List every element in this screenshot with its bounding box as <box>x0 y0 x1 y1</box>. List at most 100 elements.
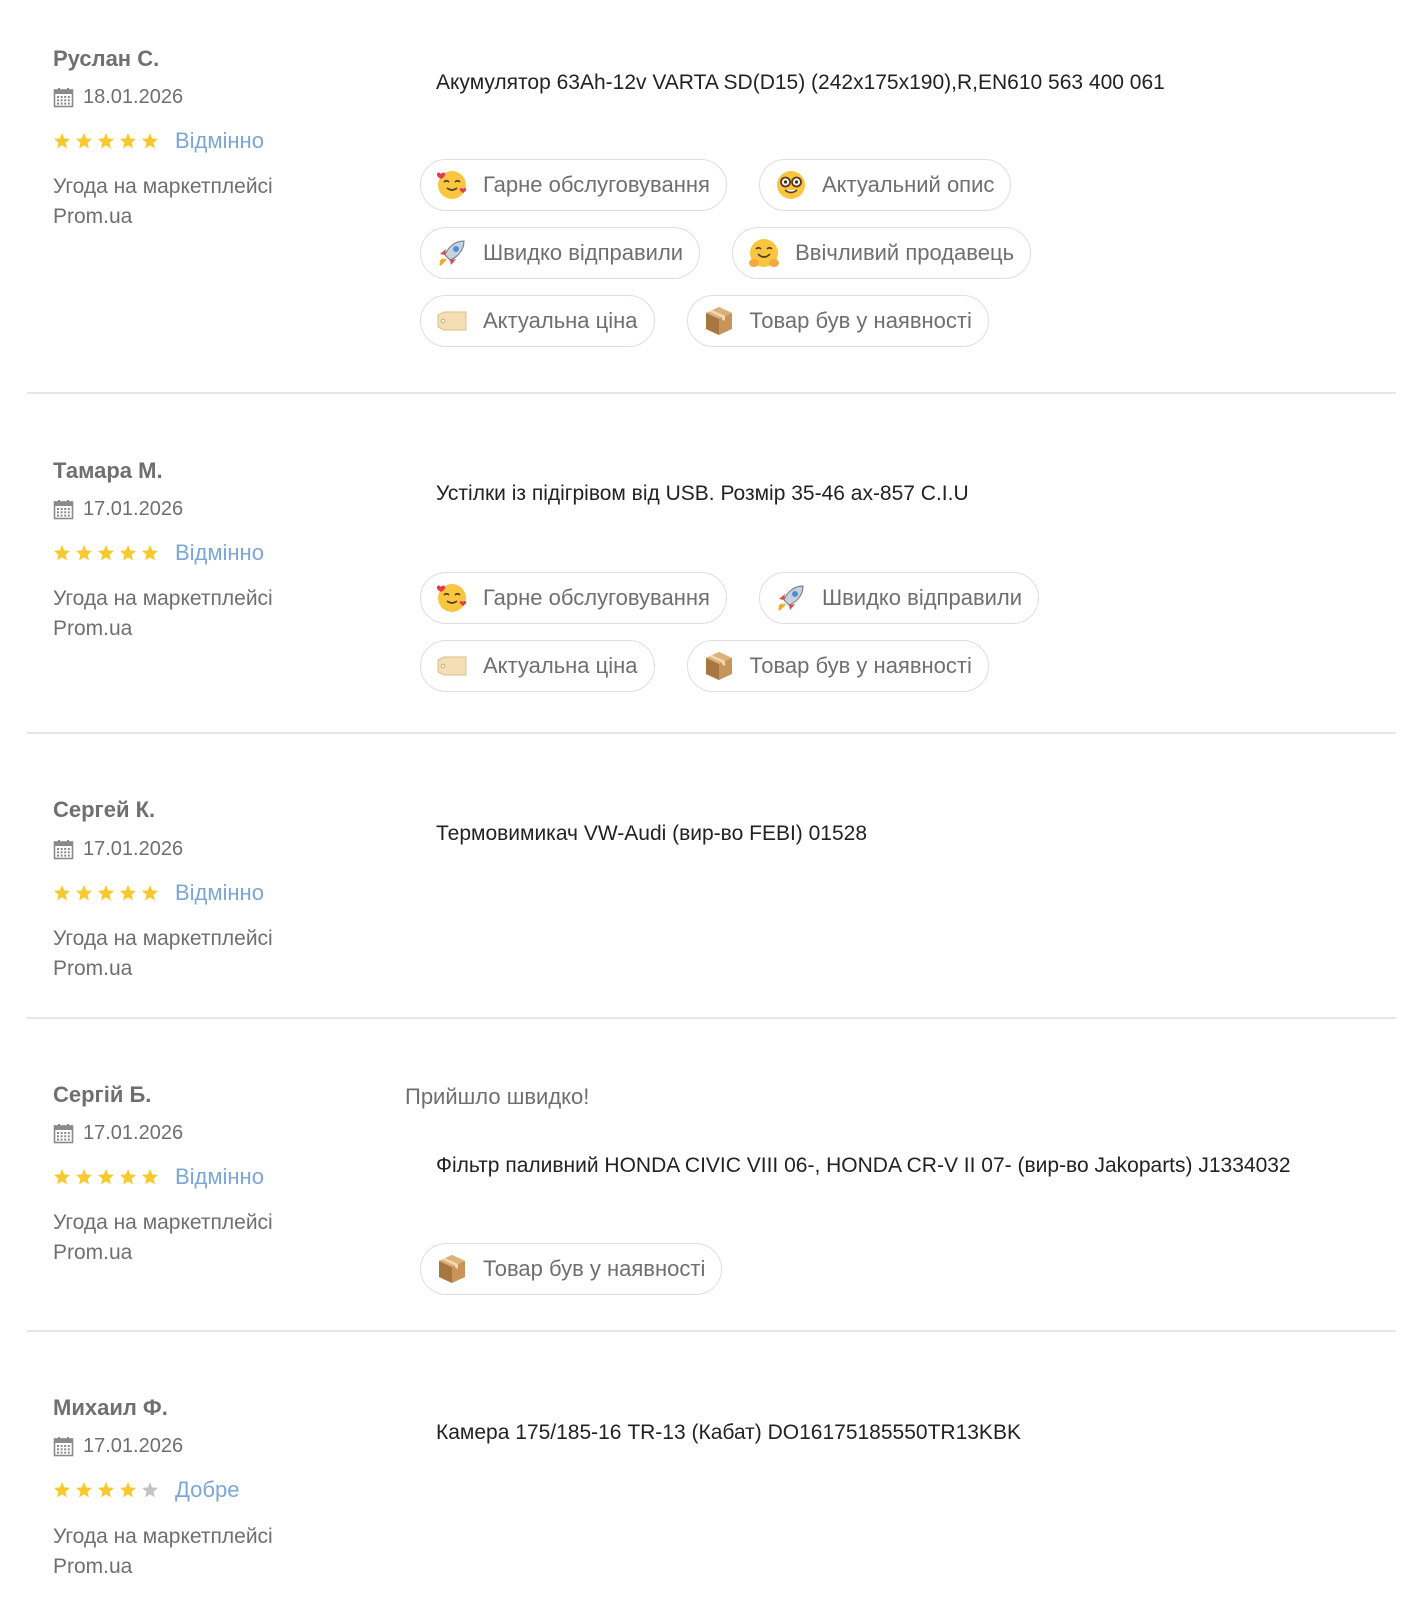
product-name: Акумулятор 63Ah-12v VARTA SD(D15) (242х1… <box>436 71 1165 94</box>
rating-label: Відмінно <box>175 880 264 905</box>
calendar-icon <box>53 1436 74 1457</box>
review-list: Руслан С. 18.01.2026 Відмінно Угода на м… <box>0 0 1422 1608</box>
review-tag[interactable]: Товар був у наявності <box>420 1243 723 1295</box>
rating-label: Відмінно <box>175 1164 264 1189</box>
review-tag[interactable]: Гарне обслуговування <box>420 159 727 211</box>
product-name: Термовимикач VW-Audi (вир-во FEBI) 01528 <box>436 822 868 845</box>
star-filled-icon <box>97 884 115 902</box>
review-divider <box>27 1017 1396 1019</box>
review-date-text: 17.01.2026 <box>83 1435 184 1457</box>
star-filled-icon <box>75 1168 93 1186</box>
review-tag-label: Товар був у наявності <box>749 308 972 333</box>
star-filled-icon <box>97 1481 115 1499</box>
review-tag-label: Гарне обслуговування <box>483 172 710 197</box>
deal-source-platform: Prom.ua <box>53 1555 133 1578</box>
deal-source: Угода на маркетплейсі Prom.ua <box>53 924 353 984</box>
price-tag-icon <box>435 649 469 683</box>
star-filled-icon <box>53 884 71 902</box>
review-tag-label: Товар був у наявності <box>749 653 972 678</box>
deal-source-platform: Prom.ua <box>53 957 133 980</box>
review-tag-label: Швидко відправили <box>483 240 684 265</box>
review-tag[interactable]: Актуальний опис <box>758 159 1012 211</box>
rating-label: Добре <box>175 1477 240 1502</box>
review-author: Михаил Ф. <box>53 1395 168 1420</box>
star-filled-icon <box>75 544 93 562</box>
review-tag-label: Швидко відправили <box>821 585 1023 610</box>
smiling-face-with-hearts-icon <box>435 168 469 202</box>
rocket-icon <box>774 581 808 615</box>
review-tag[interactable]: Швидко відправили <box>420 227 701 279</box>
rating-stars <box>53 884 159 902</box>
review-tag[interactable]: Актуальна ціна <box>420 295 655 347</box>
star-filled-icon <box>75 132 93 150</box>
review-date-text: 17.01.2026 <box>83 838 184 860</box>
deal-source-platform: Prom.ua <box>53 205 133 228</box>
star-filled-icon <box>119 544 137 562</box>
review-date-text: 18.01.2026 <box>83 86 184 108</box>
deal-source: Угода на маркетплейсі Prom.ua <box>53 584 353 644</box>
star-filled-icon <box>75 884 93 902</box>
star-filled-icon <box>141 132 159 150</box>
review-tag[interactable]: Товар був у наявності <box>686 295 989 347</box>
star-filled-icon <box>53 132 71 150</box>
hugging-face-icon <box>747 236 781 270</box>
star-filled-icon <box>141 1168 159 1186</box>
star-filled-icon <box>119 884 137 902</box>
review-tag[interactable]: Товар був у наявності <box>686 640 989 692</box>
review-tags: Товар був у наявності <box>420 1243 1120 1295</box>
review-tag-label: Товар був у наявності <box>483 1256 706 1281</box>
review-tag-label: Актуальна ціна <box>483 653 638 678</box>
star-empty-icon <box>141 1481 159 1499</box>
star-filled-icon <box>97 132 115 150</box>
calendar-icon <box>53 1123 74 1144</box>
deal-source-label: Угода на маркетплейсі <box>53 587 273 610</box>
rocket-icon <box>435 236 469 270</box>
review-date-text: 17.01.2026 <box>83 1122 184 1144</box>
rating-label: Відмінно <box>175 540 264 565</box>
review-tag[interactable]: Ввічливий продавець <box>732 227 1032 279</box>
star-filled-icon <box>75 1481 93 1499</box>
price-tag-icon <box>435 304 469 338</box>
review-tags: Гарне обслуговування Актуальний опис Швидк… <box>420 159 1120 347</box>
rating-stars <box>53 1168 159 1186</box>
review-tag[interactable]: Гарне обслуговування <box>420 572 727 624</box>
deal-source-label: Угода на маркетплейсі <box>53 1525 273 1548</box>
rating-stars <box>53 132 159 150</box>
deal-source: Угода на маркетплейсі Prom.ua <box>53 1522 353 1582</box>
deal-source: Угода на маркетплейсі Prom.ua <box>53 1208 353 1268</box>
product-name: Камера 175/185-16 TR-13 (Кабат) DO161751… <box>436 1421 1021 1444</box>
review-rating: Відмінно <box>53 880 264 906</box>
star-filled-icon <box>53 1168 71 1186</box>
review-date-text: 17.01.2026 <box>83 498 184 520</box>
review-tag[interactable]: Актуальна ціна <box>420 640 655 692</box>
star-filled-icon <box>141 544 159 562</box>
product-name: Фільтр паливний HONDA CIVIC VIII 06-, HO… <box>436 1154 1291 1177</box>
calendar-icon <box>53 499 74 520</box>
review-rating: Відмінно <box>53 128 264 154</box>
smiling-face-with-hearts-icon <box>435 581 469 615</box>
review-comment: Прийшло швидко! <box>405 1084 590 1109</box>
star-filled-icon <box>97 1168 115 1186</box>
rating-label: Відмінно <box>175 128 264 153</box>
deal-source: Угода на маркетплейсі Prom.ua <box>53 172 353 232</box>
review-divider <box>27 732 1396 734</box>
product-name: Устілки із підігрівом від USB. Розмір 35… <box>436 482 969 505</box>
review-tag-label: Гарне обслуговування <box>483 585 710 610</box>
star-filled-icon <box>97 544 115 562</box>
deal-source-label: Угода на маркетплейсі <box>53 927 273 950</box>
deal-source-platform: Prom.ua <box>53 617 133 640</box>
review-author: Сергей К. <box>53 797 156 822</box>
review-date: 17.01.2026 <box>53 498 183 521</box>
review-date: 17.01.2026 <box>53 838 183 861</box>
review-divider <box>27 392 1396 394</box>
review-date: 18.01.2026 <box>53 86 183 109</box>
review-date: 17.01.2026 <box>53 1122 183 1145</box>
deal-source-platform: Prom.ua <box>53 1241 133 1264</box>
review-tag[interactable]: Швидко відправили <box>758 572 1040 624</box>
star-filled-icon <box>119 1168 137 1186</box>
star-filled-icon <box>141 884 159 902</box>
review-tag-label: Актуальний опис <box>821 172 995 197</box>
review-tag-label: Ввічливий продавець <box>795 240 1015 265</box>
rating-stars <box>53 544 159 562</box>
package-icon <box>435 1252 469 1286</box>
